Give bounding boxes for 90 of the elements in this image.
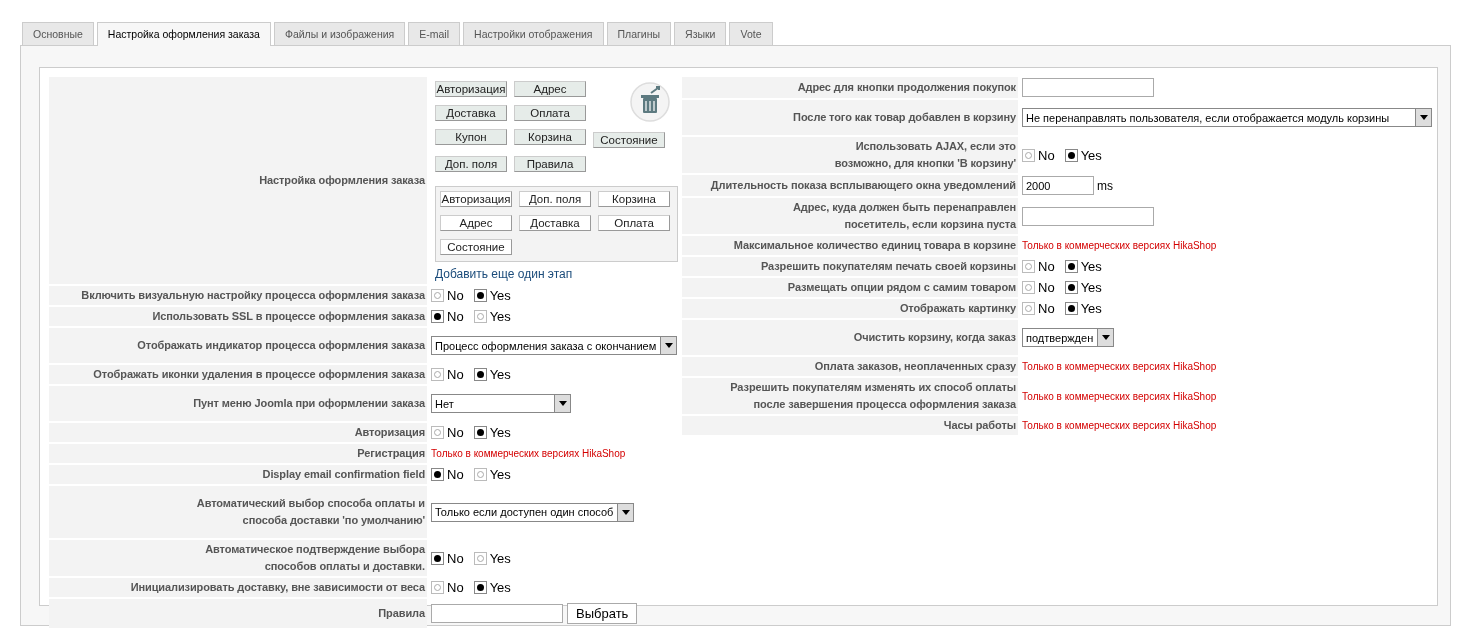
radio-option[interactable]: No bbox=[431, 580, 464, 595]
field-label: Пунт меню Joomla при оформлении заказа bbox=[49, 386, 427, 421]
field-label: Часы работы bbox=[682, 416, 1018, 435]
tab[interactable]: E-mail bbox=[408, 22, 461, 45]
add-step-link[interactable]: Добавить еще один этап bbox=[435, 267, 678, 281]
step-button[interactable]: Авторизация bbox=[435, 81, 507, 97]
field-label: Адрес, куда должен быть перенаправлен посетитель, если корзина пуста bbox=[682, 198, 1018, 234]
step-button[interactable]: Адрес bbox=[440, 215, 512, 231]
field-label: Авторизация bbox=[49, 423, 427, 442]
radio-option[interactable]: No bbox=[1022, 259, 1055, 274]
radio-option[interactable]: No bbox=[431, 550, 464, 566]
notice-text: Только в коммерческих версиях HikaShop bbox=[431, 448, 626, 459]
notice-text: Только в коммерческих версиях HikaShop bbox=[1022, 420, 1217, 431]
step-button[interactable]: Доставка bbox=[435, 105, 507, 121]
field-label: Автоматический выбор способа оплаты и способа доставки 'по умолчанию' bbox=[49, 486, 427, 538]
step-button[interactable]: Авторизация bbox=[440, 191, 512, 207]
text-field[interactable] bbox=[1022, 206, 1154, 226]
tab[interactable]: Языки bbox=[674, 22, 727, 45]
tab[interactable]: Основные bbox=[22, 22, 94, 45]
dropdown[interactable]: Только если доступен один способ bbox=[431, 502, 635, 522]
tab[interactable]: Настройки отображения bbox=[463, 22, 604, 45]
field-label: Отображать иконки удаления в процессе оформления заказа bbox=[49, 365, 427, 384]
step-button[interactable]: Купон bbox=[435, 129, 507, 145]
radio-option[interactable]: Yes bbox=[473, 467, 511, 482]
radio-option[interactable]: No bbox=[1022, 280, 1055, 295]
field-label: Использовать SSL в процессе оформления заказа bbox=[49, 307, 427, 326]
radio-option[interactable]: No bbox=[1022, 301, 1055, 316]
dropdown[interactable]: Нет bbox=[431, 394, 571, 413]
radio-option[interactable]: Yes bbox=[473, 550, 511, 566]
radio-option[interactable]: Yes bbox=[473, 580, 511, 595]
step-button[interactable]: Оплата bbox=[598, 215, 670, 231]
field-label: Разрешить покупателям печать своей корзины bbox=[682, 257, 1018, 276]
field-label: Регистрация bbox=[49, 444, 427, 463]
dropdown[interactable]: подтвержден bbox=[1022, 328, 1115, 347]
notice-text: Только в коммерческих версиях HikaShop bbox=[1022, 240, 1217, 251]
radio-option[interactable]: Yes bbox=[473, 288, 511, 303]
step-button[interactable]: Состояние bbox=[440, 239, 512, 255]
unit-label: ms bbox=[1097, 178, 1113, 193]
field-label: Оплата заказов, неоплаченных сразу bbox=[682, 357, 1018, 376]
radio-option[interactable]: No bbox=[431, 309, 464, 324]
radio-option[interactable]: No bbox=[431, 288, 464, 303]
radio-option[interactable]: Yes bbox=[1064, 280, 1102, 295]
field-label: Размещать опции рядом с самим товаром bbox=[682, 278, 1018, 297]
notice-text: Только в коммерческих версиях HikaShop bbox=[1022, 361, 1217, 372]
step-button[interactable]: Корзина bbox=[598, 191, 670, 207]
select-button[interactable]: Выбрать bbox=[567, 603, 638, 624]
radio-option[interactable]: Yes bbox=[473, 425, 511, 440]
step-button[interactable]: Доп. поля bbox=[519, 191, 591, 207]
field-label: Отображать индикатор процесса оформления заказа bbox=[49, 328, 427, 363]
notice-text: Только в коммерческих версиях HikaShop bbox=[1022, 390, 1217, 402]
radio-option[interactable]: No bbox=[431, 367, 464, 382]
step-button[interactable]: Доп. поля bbox=[435, 156, 507, 172]
field-label: Максимальное количество единиц товара в корзине bbox=[682, 236, 1018, 255]
step-button[interactable]: Доставка bbox=[519, 215, 591, 231]
radio-option[interactable]: Yes bbox=[473, 309, 511, 324]
field-label: После того как товар добавлен в корзину bbox=[682, 100, 1018, 135]
tab[interactable]: Настройка оформления заказа bbox=[96, 22, 271, 46]
step-button[interactable]: Состояние bbox=[593, 132, 665, 148]
field-label: Использовать AJAX, если это возможно, для кнопки 'В корзину' bbox=[682, 137, 1018, 173]
step-button[interactable]: Адрес bbox=[514, 81, 586, 97]
field-label: Правила bbox=[49, 599, 427, 628]
field-label: Разрешить покупателям изменять их способ оплаты после завершения процесса оформления заказа bbox=[682, 378, 1018, 414]
tab[interactable]: Файлы и изображения bbox=[273, 22, 406, 45]
field-label: Настройка оформления заказа bbox=[49, 77, 427, 284]
trash-icon[interactable] bbox=[629, 81, 671, 123]
radio-option[interactable]: No bbox=[431, 467, 464, 482]
field-label: Автоматическое подтверждение выбора способов оплаты и доставки. bbox=[49, 540, 427, 576]
radio-option[interactable]: No bbox=[431, 425, 464, 440]
radio-option[interactable]: Yes bbox=[473, 367, 511, 382]
radio-option[interactable]: Yes bbox=[1064, 301, 1102, 316]
radio-option[interactable]: No bbox=[1022, 147, 1055, 163]
field-label: Отображать картинку bbox=[682, 299, 1018, 318]
field-label: Очистить корзину, когда заказ bbox=[682, 320, 1018, 355]
step-button[interactable]: Оплата bbox=[514, 105, 586, 121]
step-button[interactable]: Корзина bbox=[514, 129, 586, 145]
radio-option[interactable]: Yes bbox=[1064, 259, 1102, 274]
tab[interactable]: Плагины bbox=[606, 22, 672, 45]
dropdown[interactable]: Процесс оформления заказа с окончанием bbox=[431, 336, 678, 355]
radio-option[interactable]: Yes bbox=[1064, 147, 1102, 163]
field-label: Display email confirmation field bbox=[49, 465, 427, 484]
text-field[interactable]: 2000 bbox=[1022, 176, 1094, 195]
step-button[interactable]: Правила bbox=[514, 156, 586, 172]
tab[interactable]: Vote bbox=[729, 22, 773, 45]
field-label: Включить визуальную настройку процесса оформления заказа bbox=[49, 286, 427, 305]
field-label: Адрес для кнопки продолжения покупок bbox=[682, 77, 1018, 98]
dropdown[interactable]: Не перенаправлять пользователя, если отображается модуль корзины bbox=[1022, 108, 1432, 127]
field-label: Длительность показа всплывающего окна уведомлений bbox=[682, 175, 1018, 196]
field-label: Инициализировать доставку, вне зависимости от веса bbox=[49, 578, 427, 597]
text-field[interactable] bbox=[431, 604, 563, 623]
text-field[interactable] bbox=[1022, 78, 1154, 97]
